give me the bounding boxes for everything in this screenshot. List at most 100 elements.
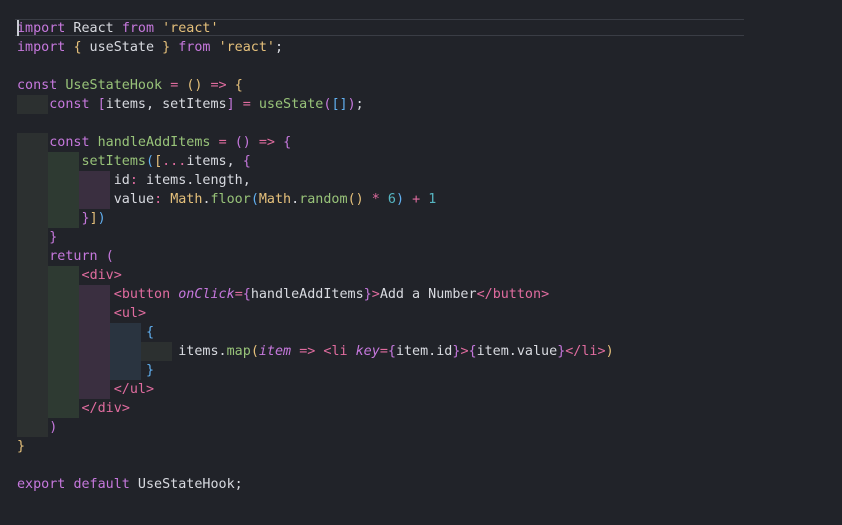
code-token: </ [565, 344, 582, 359]
code-token: } [363, 287, 372, 302]
code-line[interactable]: const [items, setItems] = useState([]); [17, 95, 614, 114]
code-line[interactable] [17, 456, 614, 475]
code-token: => [210, 78, 227, 93]
code-token: useState [81, 40, 163, 55]
code-line[interactable]: import React from 'react' [17, 19, 614, 38]
code-token: 'react' [162, 21, 219, 36]
code-token: } [49, 230, 58, 245]
code-token: * [371, 192, 380, 207]
code-token: > [371, 287, 380, 302]
code-token: Math [258, 192, 292, 207]
code-line[interactable]: ) [17, 418, 614, 437]
code-line[interactable]: } [17, 361, 614, 380]
code-token: floor [210, 192, 251, 207]
code-line[interactable]: <div> [17, 266, 614, 285]
code-token: li [581, 344, 598, 359]
code-line[interactable]: } [17, 437, 614, 456]
code-token: { [468, 344, 477, 359]
code-token: = [379, 344, 388, 359]
code-token: ( [105, 249, 114, 264]
code-line[interactable]: } [17, 228, 614, 247]
code-token: : [129, 173, 138, 188]
code-token: return [49, 249, 98, 264]
code-token: ( [250, 344, 259, 359]
code-token: ( [146, 154, 155, 169]
code-token: li [331, 344, 348, 359]
code-token: => [299, 344, 316, 359]
code-token: > [113, 268, 122, 283]
code-line[interactable]: value: Math.floor(Math.random() * 6) + 1 [17, 190, 614, 209]
code-token: const [17, 78, 58, 93]
code-line[interactable] [17, 57, 614, 76]
code-line[interactable]: items.map(item => <li key={item.id}>{ite… [17, 342, 613, 361]
code-line[interactable]: const UseStateHook = () => { [17, 76, 614, 95]
code-token: . [202, 192, 211, 207]
code-token: 'react' [218, 40, 275, 55]
code-token: </ [81, 401, 98, 416]
code-line[interactable]: }]) [17, 209, 614, 228]
code-token: random [299, 192, 348, 207]
code-line[interactable]: const handleAddItems = () => { [17, 133, 614, 152]
code-token: = [218, 135, 227, 150]
code-token: ul [129, 382, 146, 397]
code-line[interactable]: </div> [17, 399, 614, 418]
code-token: () [347, 192, 364, 207]
code-line[interactable]: export default UseStateHook; [17, 475, 614, 494]
code-token: default [73, 477, 130, 492]
code-token: } [81, 211, 90, 226]
code-line[interactable]: { [17, 323, 614, 342]
code-token: ) [97, 211, 106, 226]
code-editor[interactable]: import React from 'react' import { useSta… [0, 0, 842, 525]
code-line[interactable]: return ( [17, 247, 614, 266]
code-token: ( [250, 192, 259, 207]
code-line[interactable]: id: items.length, [17, 171, 614, 190]
code-line[interactable]: setItems([...items, { [17, 152, 614, 171]
code-line[interactable]: <ul> [17, 304, 614, 323]
code-token: items. [178, 344, 227, 359]
code-token: < [81, 268, 90, 283]
code-token: ] [89, 211, 98, 226]
code-token: () [186, 78, 203, 93]
code-token: < [113, 306, 122, 321]
code-line[interactable]: <button onClick={handleAddItems}>Add a N… [17, 285, 614, 304]
code-token: { [234, 78, 243, 93]
code-token: } [17, 439, 26, 454]
code-token: = [234, 287, 243, 302]
code-token: Math [170, 192, 203, 207]
code-token: items, [186, 154, 243, 169]
code-line[interactable]: import { useState } from 'react'; [17, 38, 614, 57]
code-token: ] [226, 97, 235, 112]
code-token: items, setItems [105, 97, 227, 112]
code-token: ; [355, 97, 364, 112]
code-token: ) [347, 97, 356, 112]
code-token: Add a Number [379, 287, 477, 302]
code-token: setItems [81, 154, 147, 169]
code-line[interactable] [17, 114, 614, 133]
code-token: = [242, 97, 251, 112]
code-line[interactable]: </ul> [17, 380, 614, 399]
code-token: [] [331, 97, 348, 112]
code-token: ) [49, 420, 58, 435]
code-token: { [73, 40, 82, 55]
code-token: { [146, 325, 155, 340]
code-lines[interactable]: import React from 'react' import { useSta… [17, 19, 614, 494]
code-token: </ [476, 287, 493, 302]
